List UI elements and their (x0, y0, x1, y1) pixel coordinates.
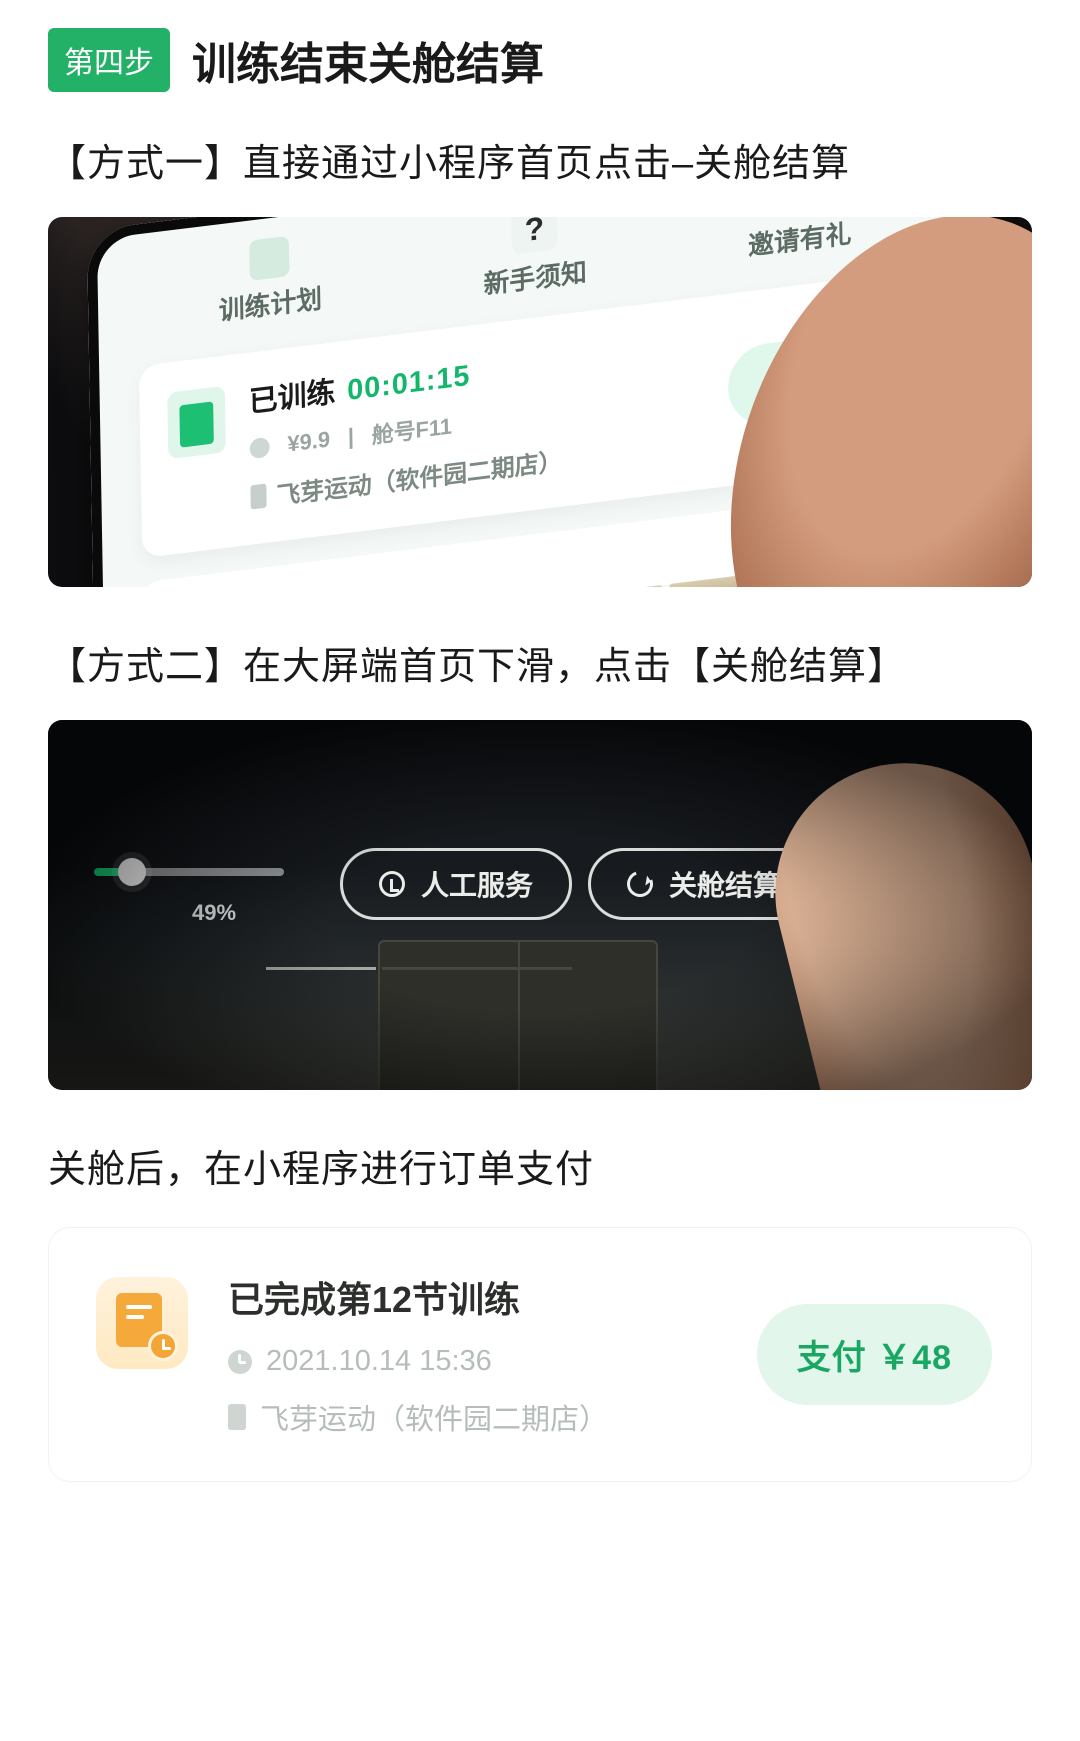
trained-duration: 00:01:15 (347, 360, 471, 408)
location-icon (228, 1404, 246, 1430)
order-doc-icon (96, 1277, 188, 1369)
payment-note: 关舱后，在小程序进行订单支付 (48, 1138, 1032, 1193)
method1-heading: 【方式一】直接通过小程序首页点击–关舱结算 (48, 132, 1032, 187)
refresh-icon (623, 867, 658, 902)
pay-button[interactable]: 支付 ￥48 (757, 1304, 992, 1405)
step-title: 训练结束关舱结算 (192, 28, 544, 92)
slider-knob[interactable] (118, 858, 146, 886)
clock-badge-icon (148, 1331, 178, 1361)
manual-service-button[interactable]: 人工服务 (340, 848, 572, 920)
tab-newbie-guide[interactable]: ? 新手须知 (482, 217, 587, 302)
slider-percent: 49% (192, 900, 236, 926)
hand-finger (748, 736, 1032, 1090)
order-time: 2021.10.14 15:36 (266, 1345, 492, 1378)
trained-price: ¥9.9 (287, 426, 330, 457)
question-icon: ? (511, 217, 557, 255)
tab-training-plan[interactable]: 训练计划 (218, 232, 323, 334)
clock-icon (250, 437, 270, 460)
cabin-number: 舱号F11 (372, 408, 453, 450)
order-title: 已完成第12节训练 (228, 1271, 717, 1323)
step-badge: 第四步 (48, 28, 170, 92)
screen-settle-label: 关舱结算 (669, 864, 781, 904)
trained-label: 已训练 (249, 368, 336, 421)
headset-icon (379, 871, 405, 897)
step-header: 第四步 训练结束关舱结算 (48, 28, 1032, 92)
method2-illustration: 49% 人工服务 关舱结算 (48, 720, 1032, 1090)
order-card: 已完成第12节训练 2021.10.14 15:36 飞芽运动（软件园二期店） … (48, 1227, 1032, 1482)
clipboard-icon (167, 386, 226, 459)
method2-heading: 【方式二】在大屏端首页下滑，点击【关舱结算】 (48, 635, 1032, 690)
clock-icon (228, 1350, 252, 1374)
order-store: 飞芽运动（软件园二期店） (260, 1396, 608, 1438)
manual-service-label: 人工服务 (421, 864, 533, 904)
method1-illustration: 训练计划 ? 新手须知 邀请有礼 已训练 00:01:15 (48, 217, 1032, 587)
tab-invite-gift[interactable]: 邀请有礼 (747, 217, 852, 269)
location-icon (250, 483, 266, 509)
